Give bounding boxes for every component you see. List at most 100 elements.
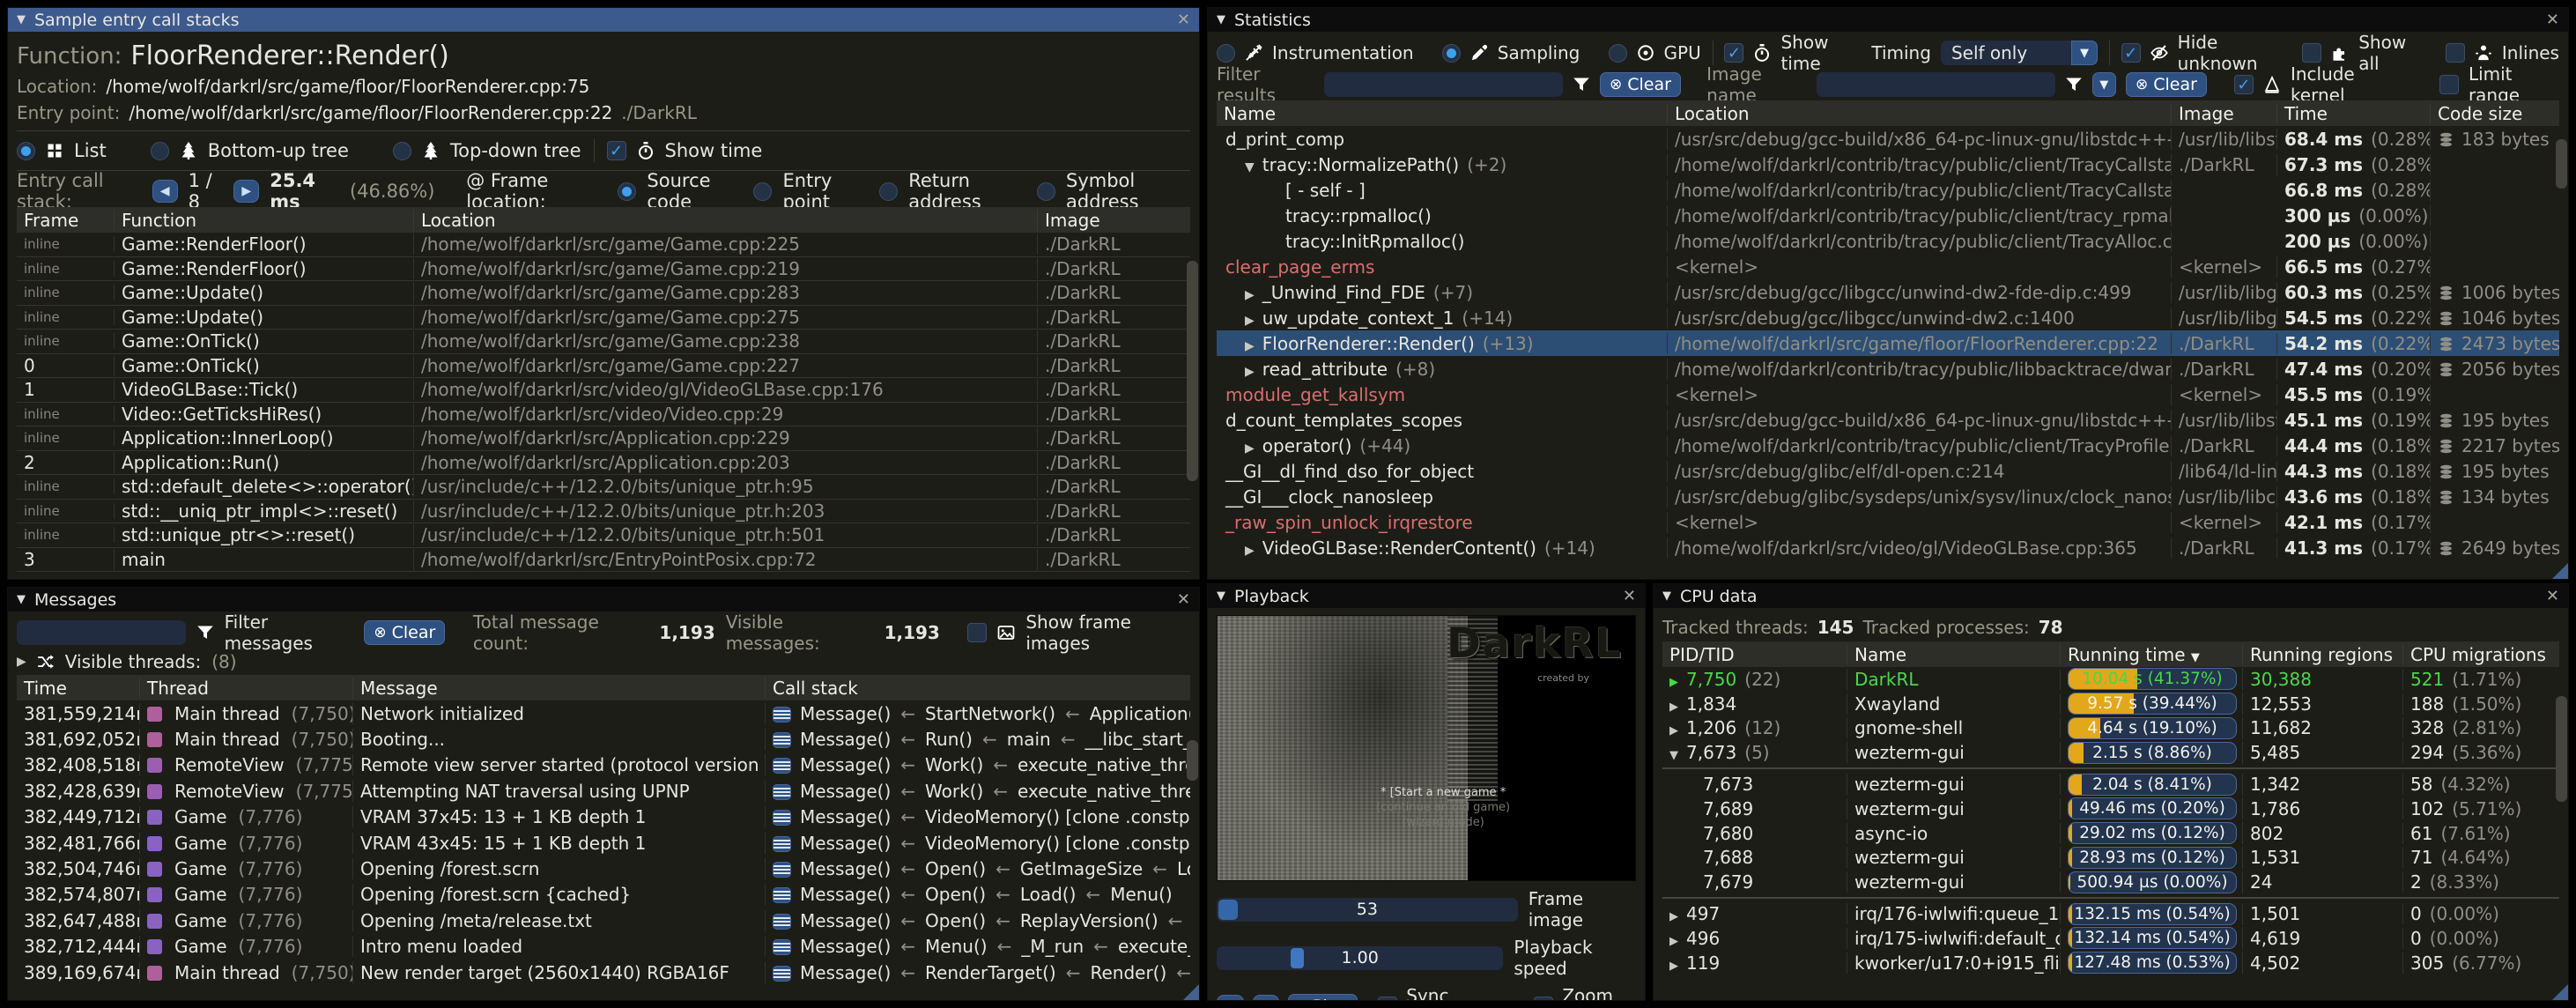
cpu-thread-row[interactable]: 7,688wezterm-gui28.93 ms (0.12%)1,53171(… — [1662, 846, 2559, 871]
sample-frame-row[interactable]: inlinestd::unique_ptr<>::reset()/usr/inc… — [17, 523, 1190, 548]
sample-frame-row[interactable]: inlineGame::RenderFloor()/home/wolf/dark… — [17, 233, 1190, 257]
statistics-panel-titlebar[interactable]: ▼ Statistics ✕ — [1208, 8, 2568, 32]
col-call-stack[interactable]: Call stack — [766, 678, 1190, 699]
symbol-address-label[interactable]: Symbol address — [1066, 170, 1190, 212]
resize-grip[interactable] — [2552, 984, 2568, 1000]
include-kernel-checkbox[interactable]: ✓ — [2234, 75, 2254, 94]
instrumentation-radio[interactable] — [1217, 44, 1235, 63]
expand-icon[interactable]: ▶ — [1245, 339, 1255, 353]
visible-threads-label[interactable]: Visible threads: — [65, 651, 201, 672]
scrollbar-thumb[interactable] — [1187, 740, 1198, 781]
zoom-2x-checkbox[interactable] — [1534, 997, 1553, 1000]
close-icon[interactable]: ✕ — [1177, 11, 1190, 29]
expand-icon[interactable]: ▶ — [1245, 365, 1255, 379]
sample-frame-row[interactable]: inlineApplication::InnerLoop()/home/wolf… — [17, 426, 1190, 451]
playback-speed-slider[interactable]: 1.00 — [1217, 946, 1503, 970]
inlines-checkbox[interactable] — [2446, 43, 2465, 63]
callstack-list-icon[interactable] — [773, 707, 791, 723]
stats-symbol-row[interactable]: d_count_templates_scopes/usr/src/debug/g… — [1217, 407, 2559, 433]
messages-panel-titlebar[interactable]: ▼ Messages ✕ — [8, 588, 1199, 611]
expand-icon[interactable]: ▶ — [17, 655, 26, 669]
list-mode-radio[interactable] — [17, 142, 35, 160]
timing-dropdown[interactable]: Self only ▼ — [1941, 41, 2098, 65]
inlines-label[interactable]: Inlines — [2502, 42, 2559, 63]
entry-point-radio[interactable] — [753, 182, 772, 201]
timing-dropdown-value[interactable]: Self only — [1941, 41, 2071, 65]
cpu-panel-titlebar[interactable]: ▼ CPU data ✕ — [1654, 584, 2568, 608]
chevron-down-icon[interactable]: ▼ — [2092, 72, 2116, 97]
playback-panel-titlebar[interactable]: ▼ Playback ✕ — [1208, 584, 1645, 608]
sample-frame-row[interactable]: inlineVideo::GetTicksHiRes()/home/wolf/d… — [17, 403, 1190, 427]
sample-frame-row[interactable]: 1VideoGLBase::Tick()/home/wolf/darkrl/sr… — [17, 378, 1190, 403]
col-code-size[interactable]: Code size — [2431, 103, 2559, 124]
top-down-label[interactable]: Top-down tree — [450, 140, 581, 161]
stats-symbol-row[interactable]: tracy::rpmalloc()/home/wolf/darkrl/contr… — [1217, 203, 2559, 228]
speed-slider-handle[interactable] — [1291, 948, 1304, 968]
symbol-address-radio[interactable] — [1037, 182, 1055, 201]
clear-filter-button[interactable]: ⊗Clear — [1600, 72, 1681, 97]
cpu-thread-row[interactable]: 7,679wezterm-gui500.94 µs (0.00%)242(8.3… — [1662, 870, 2559, 894]
limit-range-label[interactable]: Limit range — [2469, 63, 2559, 106]
sync-timeline-checkbox[interactable] — [1378, 997, 1397, 1000]
hide-unknown-checkbox[interactable]: ✓ — [2121, 43, 2141, 63]
bottom-up-label[interactable]: Bottom-up tree — [208, 140, 349, 161]
filter-results-input[interactable] — [1324, 72, 1563, 97]
show-frame-images-label[interactable]: Show frame images — [1025, 611, 1190, 654]
top-down-radio[interactable] — [393, 142, 411, 160]
callstack-list-icon[interactable] — [773, 914, 791, 930]
close-icon[interactable]: ✕ — [2546, 587, 2559, 605]
callstack-list-icon[interactable] — [773, 810, 791, 826]
stats-symbol-row[interactable]: [ - self - ]/home/wolf/darkrl/contrib/tr… — [1217, 177, 2559, 203]
col-pid-tid[interactable]: PID/TID — [1662, 644, 1847, 665]
entry-point-value[interactable]: /home/wolf/darkrl/src/game/floor/FloorRe… — [129, 102, 612, 123]
stats-symbol-row[interactable]: __GI__dl_find_dso_for_object/usr/src/deb… — [1217, 458, 2559, 484]
play-button[interactable]: ▶Play — [1288, 994, 1357, 1000]
col-location[interactable]: Location — [414, 210, 1038, 231]
limit-range-checkbox[interactable] — [2439, 75, 2459, 94]
expand-icon[interactable]: ▶ — [1669, 700, 1678, 714]
prev-stack-button[interactable]: ◀ — [152, 180, 178, 203]
expand-icon[interactable]: ▶ — [1669, 935, 1678, 948]
return-address-label[interactable]: Return address — [908, 170, 1026, 212]
message-row[interactable]: 389,169,674nsMain thread(7,750)New rende… — [17, 960, 1190, 985]
collapse-icon[interactable]: ▼ — [1217, 13, 1225, 26]
gpu-label[interactable]: GPU — [1664, 42, 1701, 63]
sample-frame-row[interactable]: 2Application::Run()/home/wolf/darkrl/src… — [17, 451, 1190, 476]
col-cpu-migrations[interactable]: CPU migrations — [2403, 644, 2559, 665]
expand-icon[interactable]: ▶ — [1669, 724, 1678, 737]
gpu-radio[interactable] — [1609, 44, 1627, 63]
close-icon[interactable]: ✕ — [1177, 590, 1190, 609]
message-row[interactable]: 382,428,639nsRemoteView(7,775)Attempting… — [17, 778, 1190, 804]
stats-symbol-row[interactable]: ▶FloorRenderer::Render()(+13)/home/wolf/… — [1217, 330, 2559, 356]
sample-panel-titlebar[interactable]: ▼ Sample entry call stacks ✕ — [8, 8, 1199, 32]
clear-image-filter-button[interactable]: ⊗Clear — [2126, 72, 2207, 97]
clear-messages-button[interactable]: ⊗Clear — [364, 620, 445, 645]
message-row[interactable]: 382,574,807nsGame(7,776)Opening /forest.… — [17, 882, 1190, 908]
sample-frame-row[interactable]: inlinestd::default_delete<>::operator()(… — [17, 475, 1190, 500]
zoom-2x-label[interactable]: Zoom 2× — [1562, 985, 1636, 1000]
col-name[interactable]: Name — [1847, 644, 2061, 665]
resize-grip[interactable] — [1183, 984, 1199, 1000]
message-row[interactable]: 382,504,746nsGame(7,776)Opening /forest.… — [17, 856, 1190, 881]
instrumentation-label[interactable]: Instrumentation — [1272, 42, 1414, 63]
col-image[interactable]: Image — [2172, 103, 2277, 124]
cpu-thread-row[interactable]: 7,673wezterm-gui2.04 s (8.41%)1,34258(4.… — [1662, 772, 2559, 797]
col-time[interactable]: Time — [17, 678, 140, 699]
message-row[interactable]: 382,647,488nsGame(7,776)Opening /meta/re… — [17, 908, 1190, 933]
stats-symbol-row[interactable]: d_print_comp/usr/src/debug/gcc-build/x86… — [1217, 126, 2559, 152]
col-frame[interactable]: Frame — [17, 210, 115, 231]
callstack-list-icon[interactable] — [773, 836, 791, 852]
cpu-thread-row[interactable]: 7,689wezterm-gui49.46 ms (0.20%)1,786102… — [1662, 797, 2559, 821]
show-time-checkbox[interactable]: ✓ — [607, 141, 626, 160]
callstack-list-icon[interactable] — [773, 732, 791, 748]
callstack-list-icon[interactable] — [773, 758, 791, 774]
expand-icon[interactable]: ▼ — [1669, 749, 1678, 762]
col-thread[interactable]: Thread — [140, 678, 353, 699]
cpu-thread-row[interactable]: ▶7,750(22)DarkRL10.04 s (41.37%)30,38852… — [1662, 667, 2559, 692]
message-filter-input[interactable] — [17, 620, 186, 645]
next-stack-button[interactable]: ▶ — [233, 180, 259, 203]
chevron-down-icon[interactable]: ▼ — [2071, 41, 2098, 65]
frame-image-preview[interactable]: DarkRL created by * [Start a new game * … — [1217, 615, 1636, 881]
stats-symbol-row[interactable]: clear_page_erms<kernel><kernel>66.5 ms(0… — [1217, 254, 2559, 279]
scrollbar-thumb[interactable] — [2556, 696, 2567, 802]
